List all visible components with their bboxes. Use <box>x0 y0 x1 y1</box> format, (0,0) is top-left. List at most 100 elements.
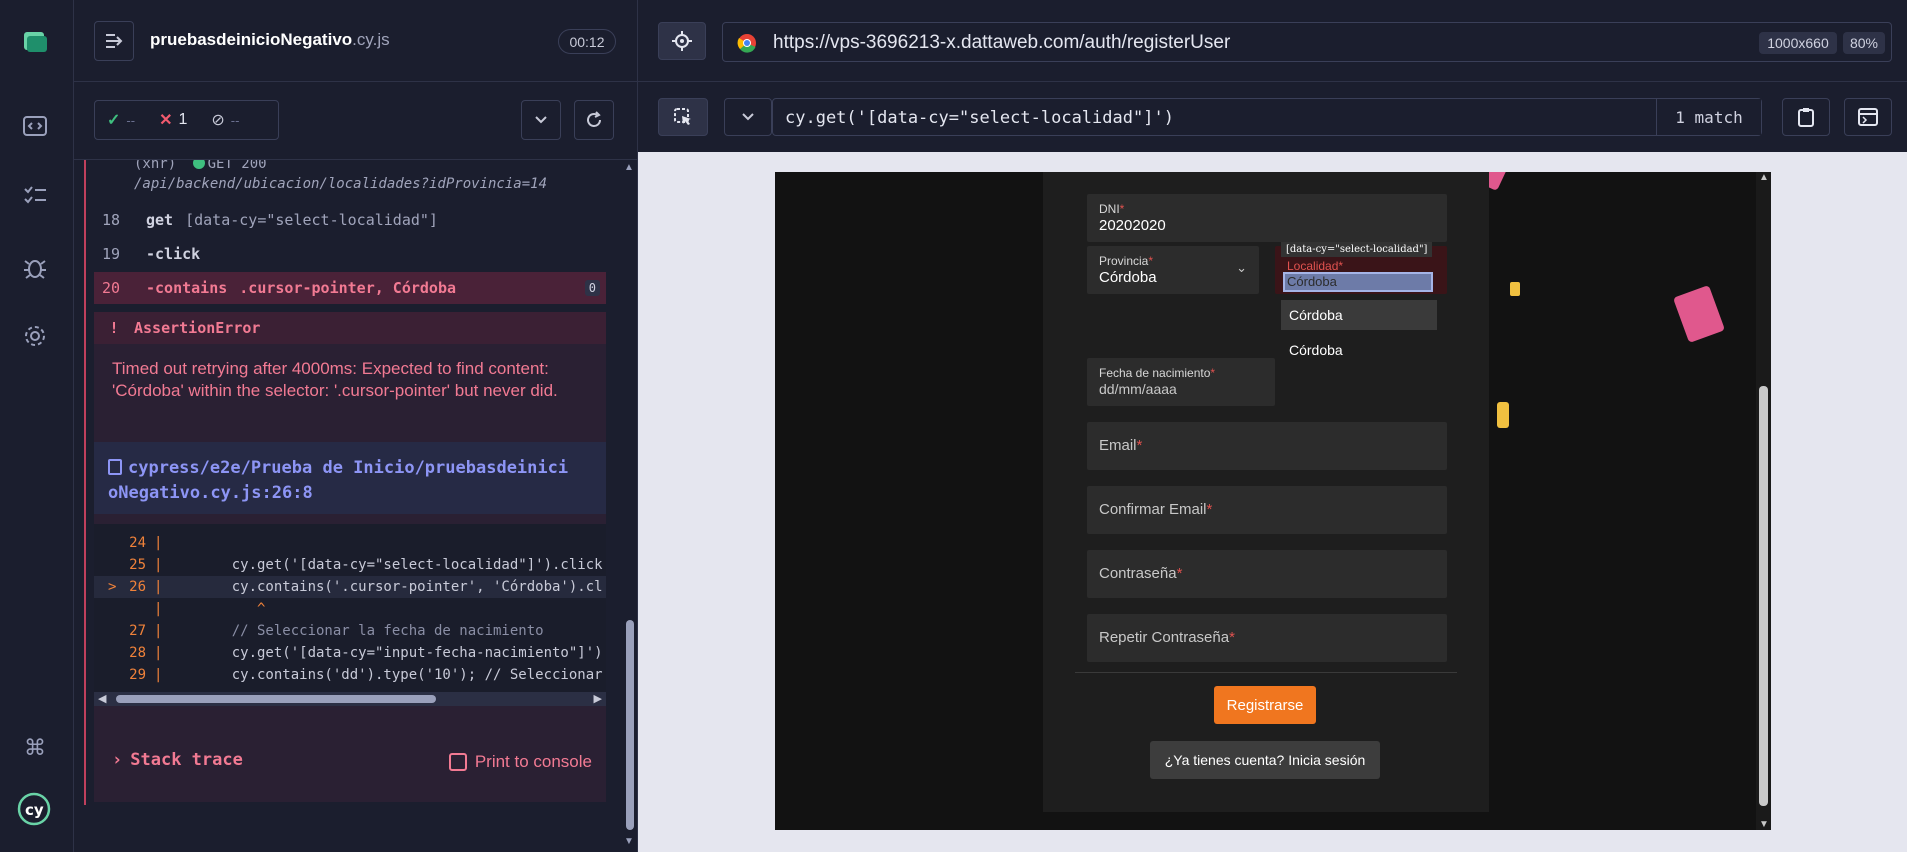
error-caret: ^ <box>198 601 266 617</box>
refresh-icon <box>587 111 601 127</box>
xhr-status-dot <box>192 160 205 169</box>
selector-method-dropdown[interactable] <box>724 98 772 136</box>
xhr-status: GET 200 <box>207 160 267 172</box>
zoom-badge[interactable]: 80% <box>1843 32 1885 54</box>
settings-gear-icon[interactable] <box>20 321 50 351</box>
reporter-vertical-scrollbar[interactable]: ▲ ▼ <box>624 162 636 847</box>
copy-selector-button[interactable] <box>1782 98 1830 136</box>
login-link-button[interactable]: ¿Ya tienes cuenta? Inicia sesión <box>1150 741 1380 779</box>
line-separator: | <box>154 645 163 661</box>
code-horizontal-scrollbar[interactable]: ◀ ▶ <box>94 692 606 706</box>
scroll-left-arrow-icon[interactable]: ◀ <box>98 692 106 705</box>
option-label: Córdoba <box>1289 307 1343 323</box>
line-number: 27 <box>129 623 146 639</box>
password-field[interactable]: Contraseña* <box>1087 550 1447 598</box>
pick-element-button[interactable] <box>658 98 708 136</box>
option-item[interactable]: Córdoba <box>1281 334 1437 364</box>
localidad-options-dropdown: Córdoba Córdoba <box>1275 294 1447 364</box>
runs-icon[interactable] <box>20 180 50 210</box>
xhr-prefix: (xhr) <box>134 160 177 172</box>
provincia-value: Córdoba <box>1099 269 1157 286</box>
decoration-popcorn-icon <box>1497 402 1509 428</box>
failed-count: 1 <box>178 111 188 128</box>
app-preview-area: https://vps-3696213-x.dattaweb.com/auth/… <box>638 0 1907 852</box>
xhr-entry[interactable]: (xhr) GET 200 <box>134 160 267 172</box>
line-separator: | <box>154 667 163 683</box>
line-number: 29 <box>129 667 146 683</box>
code-line: 29 | cy.contains('dd').type('10'); // Sel… <box>94 664 606 686</box>
required-mark: * <box>1119 202 1125 216</box>
required-mark: * <box>1229 629 1235 646</box>
fecha-nacimiento-field[interactable]: Fecha de nacimiento* dd/mm/aaaa <box>1087 358 1275 406</box>
print-selector-button[interactable] <box>1844 98 1892 136</box>
stack-trace-toggle[interactable]: › Stack trace <box>112 750 243 770</box>
label-text: Email <box>1099 437 1137 454</box>
chrome-icon <box>737 34 756 53</box>
clipboard-icon <box>1798 108 1814 127</box>
aut-vertical-scrollbar[interactable]: ▲ ▼ <box>1756 172 1771 830</box>
print-to-console-label: Print to console <box>474 752 592 771</box>
label-text: Contraseña <box>1099 565 1177 582</box>
scroll-thumb[interactable] <box>1759 386 1768 806</box>
localidad-input[interactable]: Córdoba <box>1283 272 1433 292</box>
command-name: -click <box>146 245 201 263</box>
error-file-link[interactable]: cypress/e2e/Prueba de Inicio/pruebasdein… <box>94 442 606 514</box>
keyboard-shortcuts-icon[interactable]: ⌘ <box>20 733 50 763</box>
label-text: Fecha de nacimiento <box>1099 366 1211 380</box>
stats-bar: ✓ -- ✕ 1 ⊘ -- <box>74 82 638 160</box>
label-text: Confirmar Email <box>1099 501 1207 518</box>
chevron-down-icon <box>742 113 754 121</box>
localidad-select[interactable]: [data-cy="select-localidad"] Localidad* … <box>1275 242 1447 294</box>
dni-field[interactable]: DNI* 20202020 <box>1087 194 1447 242</box>
selector-input[interactable]: cy.get('[data-cy="select-localidad"]') 1… <box>772 98 1762 136</box>
error-panel: ! AssertionError Timed out retrying afte… <box>94 312 606 802</box>
debug-bug-icon[interactable] <box>20 252 50 282</box>
rerun-button[interactable] <box>574 100 614 140</box>
command-log: (xhr) GET 200 /api/backend/ubicacion/loc… <box>84 160 614 805</box>
command-row-failed[interactable]: 20 -contains .cursor-pointer, Córdoba 0 <box>94 272 606 304</box>
cypress-logo-icon: cy <box>17 792 51 826</box>
dni-value: 20202020 <box>1099 217 1166 234</box>
toggle-specs-list-button[interactable] <box>94 21 134 61</box>
spec-extension: .cy.js <box>352 30 390 49</box>
confirm-email-field[interactable]: Confirmar Email* <box>1087 486 1447 534</box>
localidad-value: Córdoba <box>1287 274 1337 289</box>
command-number: 20 <box>102 279 121 297</box>
scroll-up-arrow-icon[interactable]: ▲ <box>624 162 634 173</box>
command-message: [data-cy="select-localidad"] <box>185 211 438 229</box>
command-row[interactable]: 19 -click <box>94 238 606 270</box>
scroll-down-arrow-icon[interactable]: ▼ <box>1759 819 1769 830</box>
option-item[interactable]: Córdoba <box>1281 300 1437 330</box>
scroll-thumb[interactable] <box>626 620 634 830</box>
spec-name: pruebasdeinicioNegativo <box>150 30 353 49</box>
scroll-down-arrow-icon[interactable]: ▼ <box>624 836 634 847</box>
command-row[interactable]: 18 get [data-cy="select-localidad"] <box>94 204 606 236</box>
label-text: Provincia <box>1099 254 1149 268</box>
pending-count: -- <box>230 112 240 128</box>
required-mark: * <box>1136 437 1143 454</box>
url-text: https://vps-3696213-x.dattaweb.com/auth/… <box>773 32 1231 53</box>
chevron-down-icon: ⌄ <box>1236 260 1247 275</box>
register-button[interactable]: Registrarse <box>1214 686 1316 724</box>
expand-dropdown-button[interactable] <box>521 100 561 140</box>
selector-playground-button[interactable] <box>658 22 706 60</box>
code-line: 25 | cy.get('[data-cy="select-localidad"]… <box>94 554 606 576</box>
repeat-password-field[interactable]: Repetir Contraseña* <box>1087 614 1447 662</box>
scroll-thumb[interactable] <box>116 695 436 703</box>
cypress-app-icon[interactable] <box>20 26 50 56</box>
scroll-right-arrow-icon[interactable]: ▶ <box>594 692 602 705</box>
error-type: AssertionError <box>134 319 261 337</box>
fecha-label: Fecha de nacimiento* <box>1099 366 1215 380</box>
url-bar[interactable]: https://vps-3696213-x.dattaweb.com/auth/… <box>722 22 1892 62</box>
password-label: Contraseña* <box>1099 565 1182 582</box>
spec-title: pruebasdeinicioNegativo.cy.js <box>150 30 390 50</box>
code-text: cy.get('[data-cy="select-localidad"]').c… <box>198 557 603 573</box>
viewport-size-badge[interactable]: 1000x660 <box>1759 32 1837 54</box>
specs-icon[interactable] <box>20 111 50 141</box>
scroll-up-arrow-icon[interactable]: ▲ <box>1759 172 1769 183</box>
print-to-console-button[interactable]: Print to console <box>448 752 592 772</box>
register-form: DNI* 20202020 Provincia* Córdoba ⌄ [data… <box>1043 172 1489 812</box>
provincia-select[interactable]: Provincia* Córdoba ⌄ <box>1087 246 1259 294</box>
required-mark: * <box>1176 565 1183 582</box>
email-field[interactable]: Email* <box>1087 422 1447 470</box>
